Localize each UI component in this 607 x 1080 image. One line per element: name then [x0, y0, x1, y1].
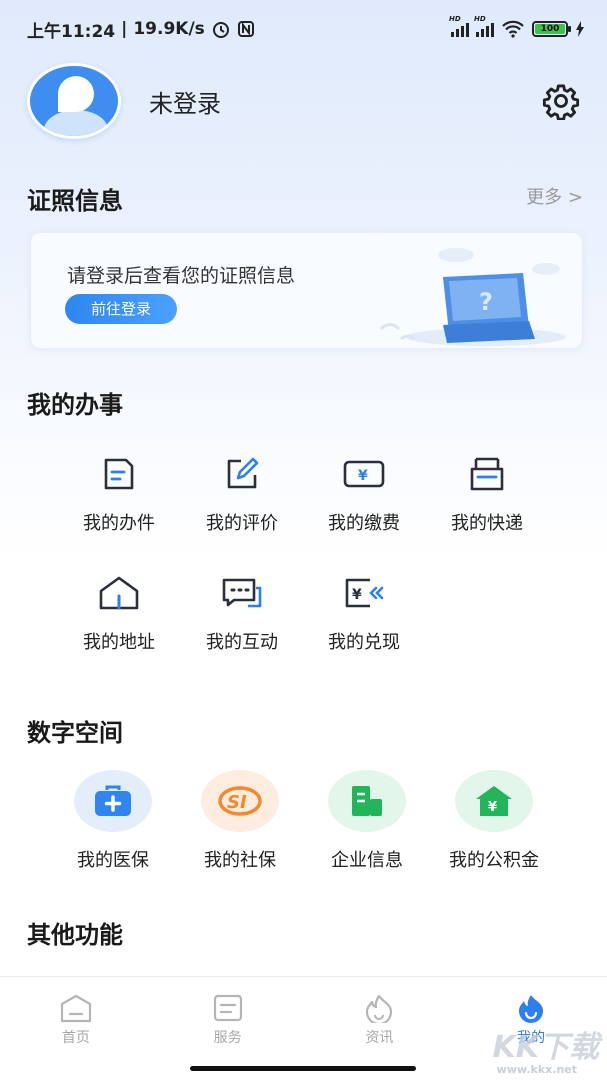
- settings-gear-icon[interactable]: [542, 82, 580, 120]
- document-icon: [104, 458, 134, 490]
- my-address-item[interactable]: 我的地址: [59, 574, 179, 654]
- profile-header: 未登录: [27, 62, 580, 140]
- svg-text:¥: ¥: [352, 587, 362, 603]
- building-icon: [352, 786, 382, 816]
- status-time: 上午11:24: [27, 21, 116, 42]
- house-icon: [99, 576, 139, 610]
- medical-kit-icon: [95, 785, 131, 816]
- edit-icon: [227, 457, 259, 489]
- my-delivery-item[interactable]: 我的快递: [427, 455, 547, 535]
- signal-icon: HD: [449, 15, 469, 37]
- service-icon: [213, 994, 242, 1022]
- alarm-icon: [212, 22, 229, 38]
- watermark: KK下载: [492, 1030, 600, 1065]
- license-card: 请登录后查看您的证照信息 前往登录 ?: [30, 232, 583, 349]
- charging-icon: [576, 21, 584, 37]
- flame-icon: [366, 994, 393, 1023]
- status-bar: 上午11:24 | 19.9K/s HD HD 100: [0, 0, 607, 58]
- battery-icon: 100: [532, 21, 571, 37]
- my-housing-fund-item[interactable]: ¥ 我的公积金: [429, 770, 559, 872]
- enterprise-info-item[interactable]: 企业信息: [302, 770, 432, 872]
- affairs-section-title: 我的办事: [27, 391, 123, 419]
- svg-text:SI: SI: [227, 792, 247, 813]
- my-reviews-item[interactable]: 我的评价: [182, 455, 302, 535]
- other-section-title: 其他功能: [27, 921, 123, 949]
- more-link[interactable]: 更多 >: [526, 183, 583, 209]
- empty-box-illustration: ?: [379, 248, 566, 346]
- digital-section-title: 数字空间: [27, 719, 123, 747]
- network-speed: 19.9K/s: [133, 19, 205, 39]
- watermark-url: www.kkx.net: [496, 1063, 577, 1076]
- login-tip: 请登录后查看您的证照信息: [67, 265, 296, 287]
- home-icon: [60, 994, 91, 1023]
- avatar[interactable]: [27, 63, 121, 139]
- go-login-button[interactable]: 前往登录: [65, 294, 177, 324]
- my-payments-item[interactable]: ¥ 我的缴费: [304, 455, 424, 535]
- signal-icon: HD: [474, 15, 494, 37]
- tab-service[interactable]: 服务: [152, 977, 304, 1060]
- home-indicator[interactable]: [190, 1066, 416, 1071]
- wifi-icon: [502, 20, 524, 38]
- my-interaction-item[interactable]: 我的互动: [182, 574, 302, 654]
- my-medical-insurance-item[interactable]: 我的医保: [48, 770, 178, 872]
- social-security-icon: SI: [218, 786, 262, 816]
- svg-text:¥: ¥: [358, 468, 368, 484]
- license-section-title: 证照信息: [27, 187, 123, 215]
- svg-text:¥: ¥: [488, 800, 497, 815]
- my-redemption-item[interactable]: ¥ 我的兑现: [304, 574, 424, 654]
- parcel-icon: [470, 457, 504, 491]
- my-social-security-item[interactable]: SI 我的社保: [175, 770, 305, 872]
- tab-news[interactable]: 资讯: [304, 977, 456, 1060]
- nfc-icon: [237, 21, 254, 37]
- my-cases-item[interactable]: 我的办件: [59, 455, 179, 535]
- tab-home[interactable]: 首页: [0, 977, 152, 1060]
- yuan-card-icon: ¥: [343, 460, 385, 488]
- svg-text:?: ?: [479, 288, 493, 316]
- username[interactable]: 未登录: [149, 84, 221, 119]
- mine-icon: [519, 995, 544, 1023]
- yuan-return-icon: ¥: [345, 578, 384, 608]
- chat-icon: [222, 578, 262, 608]
- yuan-house-icon: ¥: [476, 786, 512, 816]
